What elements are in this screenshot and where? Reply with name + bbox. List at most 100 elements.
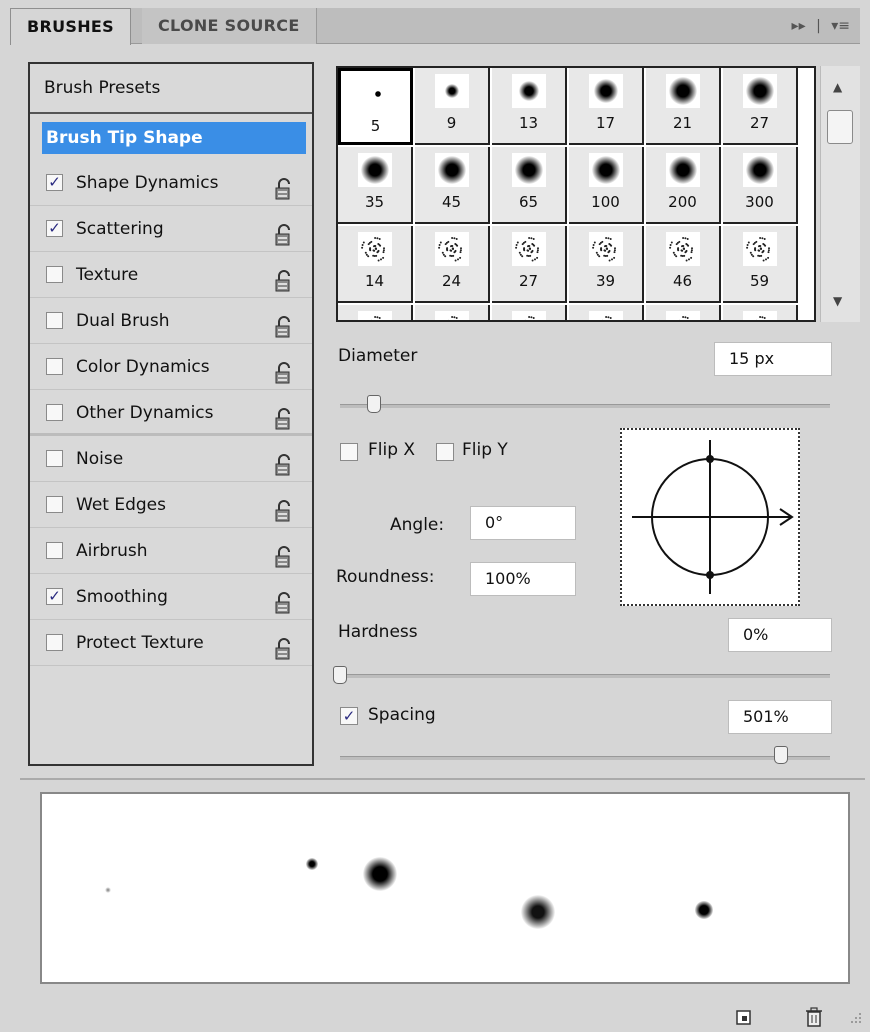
diameter-input[interactable]: 15 px [714,342,832,376]
panel-menu-icon[interactable]: ▾≡ [831,18,850,34]
option-checkbox[interactable] [46,634,63,651]
brush-size-label: 13 [518,114,539,132]
hardness-input[interactable]: 0% [728,618,832,652]
option-other-dynamics[interactable]: Other Dynamics [30,390,312,436]
option-checkbox[interactable] [46,542,63,559]
option-checkbox[interactable] [46,358,63,375]
brush-tip-cell[interactable]: 14 [338,226,413,303]
flip-y-checkbox[interactable] [436,443,454,461]
option-protect-texture[interactable]: Protect Texture [30,620,312,666]
collapse-icon[interactable]: ▸▸ [792,18,806,34]
brush-tip-thumbnail [589,311,623,320]
angle-input[interactable]: 0° [470,506,576,540]
option-checkbox[interactable] [46,496,63,513]
option-color-dynamics[interactable]: Color Dynamics [30,344,312,390]
option-checkbox[interactable]: ✓ [46,174,63,191]
lock-icon[interactable] [274,264,294,292]
scroll-thumb[interactable] [827,110,853,144]
brush-tip-thumbnail [512,153,546,187]
resize-grip-icon[interactable] [848,1010,862,1024]
brush-tip-cell[interactable]: 13 [492,68,567,145]
brush-tip-cell[interactable]: 39 [569,226,644,303]
lock-icon[interactable] [274,586,294,614]
brush-tip-cell[interactable]: 46 [646,226,721,303]
brush-tip-thumbnail [358,153,392,187]
brush-stroke-preview [40,792,850,984]
option-checkbox[interactable] [46,266,63,283]
brush-size-label: 17 [595,114,616,132]
brush-tip-cell[interactable] [338,305,413,320]
option-wet-edges[interactable]: Wet Edges [30,482,312,528]
brush-tip-cell[interactable] [723,305,798,320]
brush-tip-cell[interactable]: 35 [338,147,413,224]
option-shape-dynamics[interactable]: ✓ Shape Dynamics [30,160,312,206]
option-checkbox[interactable] [46,450,63,467]
brush-tip-cell[interactable]: 300 [723,147,798,224]
hardness-slider-track[interactable] [340,674,830,678]
brush-tip-cell[interactable]: 45 [415,147,490,224]
brush-tip-thumbnail [743,153,777,187]
brush-tip-cell[interactable]: 27 [723,68,798,145]
roundness-input[interactable]: 100% [470,562,576,596]
lock-icon[interactable] [274,540,294,568]
option-checkbox[interactable]: ✓ [46,220,63,237]
option-airbrush[interactable]: Airbrush [30,528,312,574]
brush-tip-cell[interactable] [492,305,567,320]
brush-tip-cell[interactable]: 27 [492,226,567,303]
lock-icon[interactable] [274,218,294,246]
option-noise[interactable]: Noise [30,436,312,482]
option-dual-brush[interactable]: Dual Brush [30,298,312,344]
diameter-slider-track[interactable] [340,404,830,408]
lock-icon[interactable] [274,356,294,384]
option-checkbox[interactable]: ✓ [46,588,63,605]
brush-tip-thumbnail [666,311,700,320]
lock-icon[interactable] [274,172,294,200]
brush-tip-cell[interactable] [415,305,490,320]
angle-roundness-widget[interactable] [620,428,800,606]
brush-tip-cell[interactable] [569,305,644,320]
hardness-label: Hardness [338,622,418,642]
option-smoothing[interactable]: ✓ Smoothing [30,574,312,620]
spacing-checkbox[interactable]: ✓ [340,707,358,725]
diameter-slider-knob[interactable] [367,395,381,413]
brush-size-label: 27 [518,272,539,290]
option-texture[interactable]: Texture [30,252,312,298]
brush-tip-cell[interactable]: 100 [569,147,644,224]
brush-tip-cell[interactable]: 21 [646,68,721,145]
lock-icon[interactable] [274,310,294,338]
brush-settings-list: Brush Presets Brush Tip Shape ✓ Shape Dyn… [28,62,314,766]
lock-icon[interactable] [274,448,294,476]
option-checkbox[interactable] [46,404,63,421]
scroll-down-icon[interactable]: ▼ [833,294,842,308]
hardness-slider-knob[interactable] [333,666,347,684]
option-label: Wet Edges [76,495,166,515]
spacing-slider-knob[interactable] [774,746,788,764]
brush-tip-cell[interactable]: 9 [415,68,490,145]
preview-dab [521,895,555,929]
spacing-input[interactable]: 501% [728,700,832,734]
brush-tip-thumbnail [358,311,392,320]
brush-tip-cell[interactable]: 200 [646,147,721,224]
brush-tip-cell[interactable]: 59 [723,226,798,303]
lock-icon[interactable] [274,494,294,522]
tab-brushes[interactable]: BRUSHES [10,8,131,45]
grid-scrollbar[interactable]: ▲ ▼ [820,66,860,322]
option-checkbox[interactable] [46,312,63,329]
brush-tip-cell[interactable] [646,305,721,320]
new-preset-icon[interactable] [734,1006,754,1028]
trash-icon[interactable] [804,1006,824,1028]
spacing-slider-track[interactable] [340,756,830,760]
brush-presets-button[interactable]: Brush Presets [30,64,312,114]
brush-tip-cell[interactable]: 17 [569,68,644,145]
brush-tip-cell[interactable]: 5 [338,68,413,145]
brush-tip-cell[interactable]: 24 [415,226,490,303]
flip-x-checkbox[interactable] [340,443,358,461]
brush-tip-thumbnail [666,232,700,266]
option-scattering[interactable]: ✓ Scattering [30,206,312,252]
scroll-up-icon[interactable]: ▲ [833,80,842,94]
tab-clone-source[interactable]: CLONE SOURCE [142,8,317,44]
lock-icon[interactable] [274,632,294,660]
brush-tip-shape-item[interactable]: Brush Tip Shape [42,122,306,154]
brush-tip-cell[interactable]: 65 [492,147,567,224]
lock-icon[interactable] [274,402,294,430]
